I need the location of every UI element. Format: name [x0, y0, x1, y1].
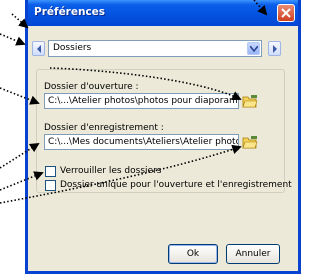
section-dropdown[interactable]: Dossiers: [48, 40, 262, 57]
arrow-left-icon: [37, 45, 41, 53]
save-folder-label: Dossier d'enregistrement :: [44, 123, 164, 133]
annotation-arrow-combo: [0, 33, 26, 46]
open-folder-label: Dossier d'ouverture :: [44, 82, 139, 92]
title-bar[interactable]: Préférences: [28, 0, 298, 26]
single-folder-checkbox[interactable]: [45, 180, 56, 191]
next-section-button[interactable]: [268, 41, 281, 56]
close-button[interactable]: [277, 4, 295, 22]
lock-folders-label: Verrouiller les dossiers: [60, 166, 162, 176]
close-icon: [281, 8, 291, 18]
preferences-dialog: Préférences Dossiers Dossier d'ouverture…: [25, 0, 301, 274]
chevron-down-icon: [250, 46, 258, 52]
section-dropdown-value: Dossiers: [53, 43, 92, 53]
browse-folder-icon[interactable]: [242, 135, 258, 149]
save-folder-field[interactable]: C:\...\Mes documents\Ateliers\Atelier ph…: [44, 134, 239, 150]
single-folder-label: Dossier unique pour l'ouverture et l'enr…: [60, 180, 292, 190]
previous-section-button[interactable]: [32, 41, 45, 56]
lock-folders-checkbox[interactable]: [45, 166, 56, 177]
ok-button[interactable]: Ok: [168, 244, 218, 264]
cancel-button[interactable]: Annuler: [226, 244, 280, 264]
window-title: Préférences: [34, 6, 106, 18]
arrow-right-icon: [273, 45, 277, 53]
browse-folder-icon[interactable]: [242, 94, 258, 108]
open-folder-field[interactable]: C:\...\Atelier photos\photos pour diapor…: [44, 93, 239, 109]
dropdown-arrow-button[interactable]: [247, 42, 260, 55]
